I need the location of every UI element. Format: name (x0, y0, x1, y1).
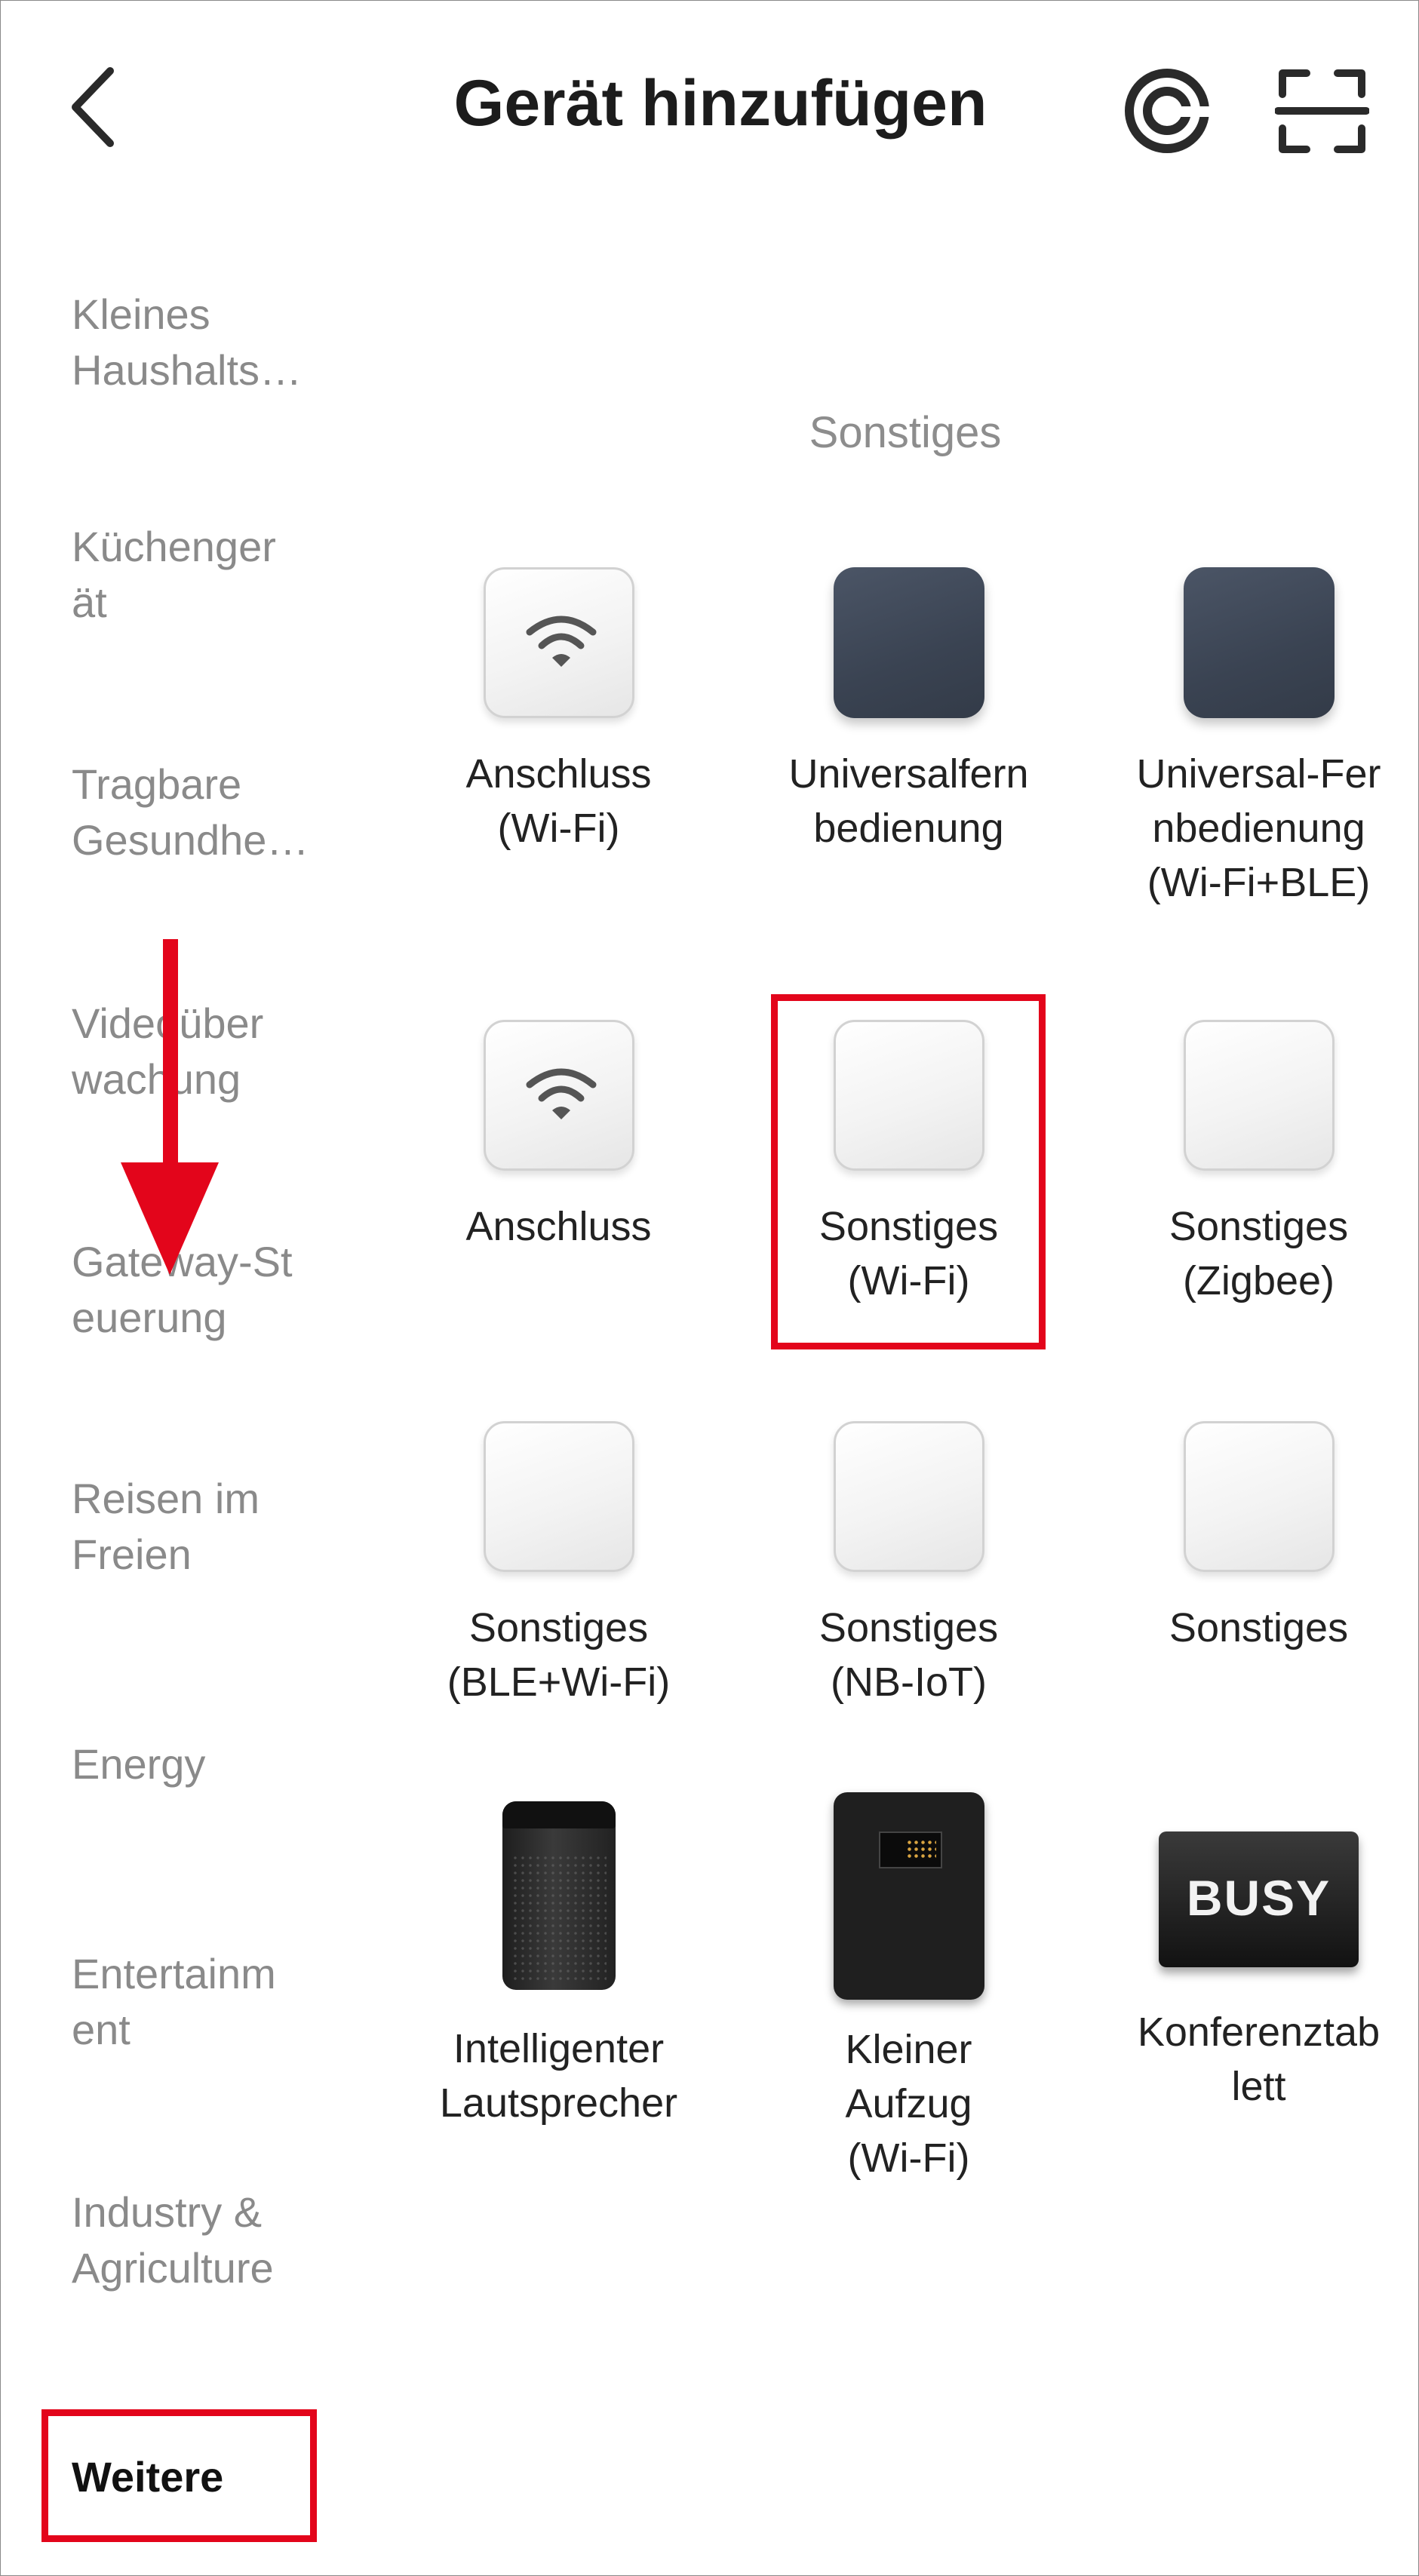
device-tile-sonstiges[interactable]: Sonstiges (1083, 1421, 1419, 1655)
sidebar-item-industry-agriculture[interactable]: Industry & Agriculture (72, 2185, 358, 2296)
generic-device-icon (483, 1421, 634, 1572)
remote-hub-icon (1183, 567, 1335, 718)
device-label: Sonstiges (1169, 1605, 1349, 1650)
device-label: Sonstiges (Zigbee) (1169, 1204, 1349, 1303)
sidebar-item-kleines-haushalt[interactable]: Kleines Haushalts… (72, 287, 358, 398)
sidebar-item-kuechengeraet[interactable]: Küchenger ät (72, 519, 358, 631)
generic-device-icon (1183, 1421, 1335, 1572)
device-tile-universalfernbedienung[interactable]: Universalfern bedienung (733, 567, 1084, 855)
highlight-box-weitere (41, 2409, 317, 2542)
sidebar-item-reisen-im-freien[interactable]: Reisen im Freien (72, 1471, 358, 1583)
generic-device-icon (833, 1421, 984, 1572)
device-label: Anschluss (465, 1204, 652, 1249)
device-tile-sonstiges-zigbee[interactable]: Sonstiges (Zigbee) (1083, 1020, 1419, 1308)
device-label: Sonstiges (BLE+Wi-Fi) (447, 1605, 671, 1705)
busy-display-text: BUSY (1186, 1870, 1331, 1926)
generic-device-icon (1183, 1020, 1335, 1171)
sidebar-item-entertainment[interactable]: Entertainm ent (72, 1946, 358, 2058)
category-sidebar: Kleines Haushalts… Küchenger ät Tragbare… (0, 279, 377, 2576)
device-tile-anschluss-wifi[interactable]: Anschluss (Wi-Fi) (383, 567, 734, 855)
device-label: Kleiner Aufzug (Wi-Fi) (845, 2027, 972, 2181)
conference-tablet-icon: BUSY (1159, 1831, 1359, 1967)
device-tile-sonstiges-ble-wifi[interactable]: Sonstiges (BLE+Wi-Fi) (383, 1421, 734, 1709)
device-tile-konferenztablett[interactable]: BUSY Konferenztab lett (1083, 1831, 1419, 2114)
scroll-down-arrow-icon (121, 939, 219, 1275)
device-tile-kleiner-aufzug[interactable]: Kleiner Aufzug (Wi-Fi) (733, 1792, 1084, 2185)
device-tile-universal-fernbedienung-wifi-ble[interactable]: Universal-Fer nbedienung (Wi-Fi+BLE) (1083, 567, 1419, 910)
device-label: Intelligenter Lautsprecher (439, 2026, 678, 2126)
remote-hub-icon (833, 567, 984, 718)
elevator-icon (833, 1792, 984, 2000)
page-title: Gerät hinzufügen (453, 67, 987, 140)
device-label: Konferenztab lett (1137, 2010, 1381, 2109)
wifi-plug-icon (483, 1020, 634, 1171)
qr-scan-icon[interactable] (1275, 64, 1369, 158)
highlight-box-sonstiges-wifi (771, 994, 1046, 1349)
device-label: Universal-Fer nbedienung (Wi-Fi+BLE) (1136, 751, 1381, 905)
device-label: Universalfern bedienung (788, 751, 1029, 851)
device-label: Anschluss (Wi-Fi) (465, 751, 652, 851)
wifi-plug-icon (483, 567, 634, 718)
device-tile-anschluss[interactable]: Anschluss (383, 1020, 734, 1254)
section-title: Sonstiges (809, 408, 1002, 457)
radar-scan-icon[interactable] (1120, 64, 1215, 158)
sidebar-item-tragbare-gesundheit[interactable]: Tragbare Gesundhe… (72, 757, 358, 868)
device-tile-sonstiges-nb-iot[interactable]: Sonstiges (NB-IoT) (733, 1421, 1084, 1709)
smart-speaker-icon (502, 1801, 616, 1990)
device-tile-intelligenter-lautsprecher[interactable]: Intelligenter Lautsprecher (383, 1801, 734, 2130)
device-label: Sonstiges (NB-IoT) (819, 1605, 999, 1705)
sidebar-item-energy[interactable]: Energy (72, 1736, 358, 1792)
back-arrow-icon[interactable] (65, 62, 125, 152)
